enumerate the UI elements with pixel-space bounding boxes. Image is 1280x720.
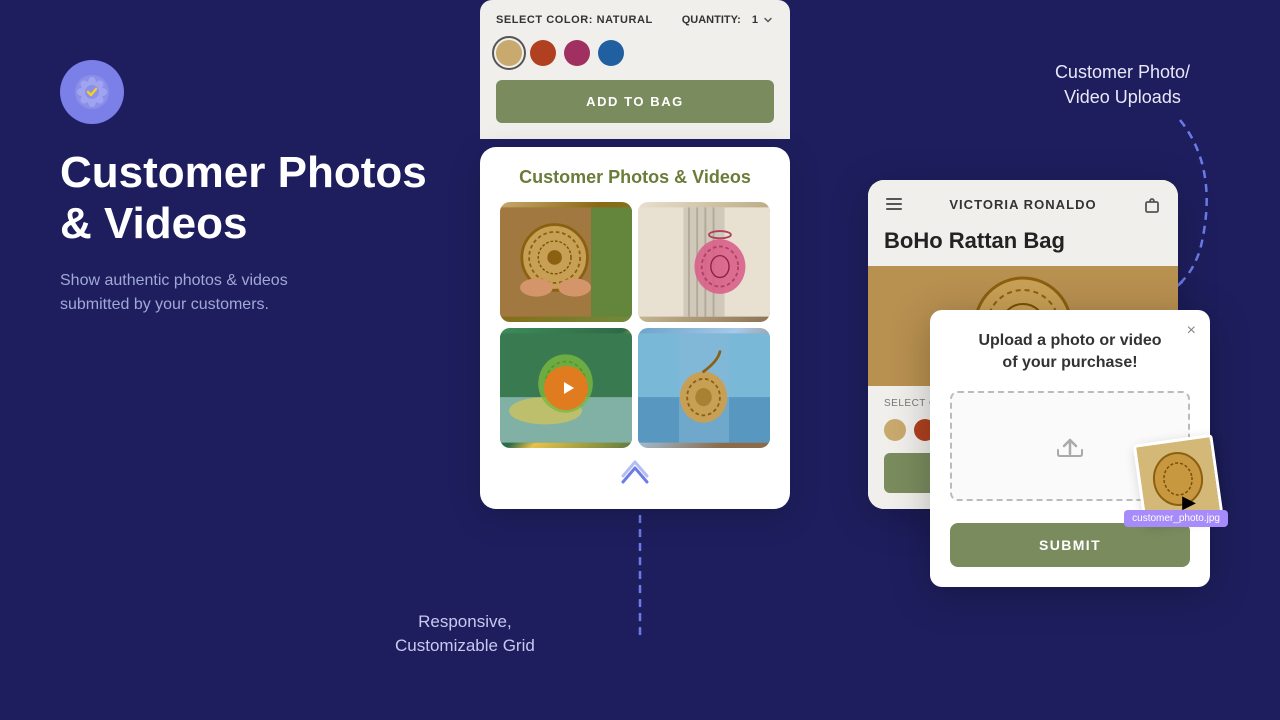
logo (60, 60, 124, 124)
add-to-bag-top-button[interactable]: ADD TO BAG (496, 80, 774, 123)
top-right-label: Customer Photo/ Video Uploads (1055, 60, 1190, 110)
upload-modal: × Upload a photo or video of your purcha… (930, 310, 1210, 587)
brand-name: VICTORIA RONALDO (949, 197, 1096, 212)
photo-cell-2 (638, 202, 770, 322)
play-button[interactable] (544, 366, 588, 410)
qty-label: QUANTITY: 1 (682, 14, 774, 26)
modal-title: Upload a photo or video of your purchase… (950, 330, 1190, 375)
file-badge: customer_photo.jpg (1124, 510, 1228, 527)
upload-arrow[interactable] (500, 460, 770, 495)
top-right-label-text: Customer Photo/ Video Uploads (1055, 62, 1190, 107)
submit-button[interactable]: SUBMIT (950, 523, 1190, 567)
photos-card: Customer Photos & Videos (480, 147, 790, 509)
play-icon (559, 379, 577, 397)
photo-2-svg (638, 202, 770, 322)
top-bar: SELECT COLOR: NATURAL QUANTITY: 1 ADD TO… (480, 0, 790, 139)
photos-grid (500, 202, 770, 448)
chevron-up-icon (615, 460, 655, 490)
color-swatches (496, 40, 774, 66)
main-title: Customer Photos & Videos (60, 148, 460, 249)
center-card: SELECT COLOR: NATURAL QUANTITY: 1 ADD TO… (480, 0, 790, 509)
dragging-photo-svg (1136, 437, 1220, 521)
upload-icon (1050, 426, 1090, 466)
swatch-berry[interactable] (564, 40, 590, 66)
chevron-down-icon (762, 14, 774, 26)
swatch-sm-1[interactable] (884, 419, 906, 441)
swatch-blue[interactable] (598, 40, 624, 66)
subtitle: Show authentic photos & videos submitted… (60, 269, 460, 317)
photo-cell-3[interactable] (500, 328, 632, 448)
swatch-natural[interactable] (496, 40, 522, 66)
photo-4-svg (638, 328, 770, 448)
upload-zone[interactable]: ▶ customer_photo.jpg (950, 391, 1190, 501)
photos-card-title: Customer Photos & Videos (500, 167, 770, 188)
hamburger-icon[interactable] (884, 194, 904, 214)
phone-nav: VICTORIA RONALDO (868, 180, 1178, 228)
logo-icon (74, 74, 110, 110)
photo-cell-4 (638, 328, 770, 448)
bottom-label: Responsive, Customizable Grid (395, 610, 535, 658)
modal-close-button[interactable]: × (1187, 322, 1196, 340)
swatch-rust[interactable] (530, 40, 556, 66)
color-label: SELECT COLOR: NATURAL (496, 14, 653, 26)
bag-icon[interactable] (1142, 194, 1162, 214)
photo-1-svg (500, 202, 632, 322)
left-section: Customer Photos & Videos Show authentic … (60, 60, 460, 317)
bottom-label-text: Responsive, Customizable Grid (395, 612, 535, 655)
product-title: BoHo Rattan Bag (868, 228, 1178, 266)
photo-cell-1 (500, 202, 632, 322)
color-row: SELECT COLOR: NATURAL QUANTITY: 1 (496, 14, 774, 26)
dashed-arrow-center (580, 510, 700, 650)
